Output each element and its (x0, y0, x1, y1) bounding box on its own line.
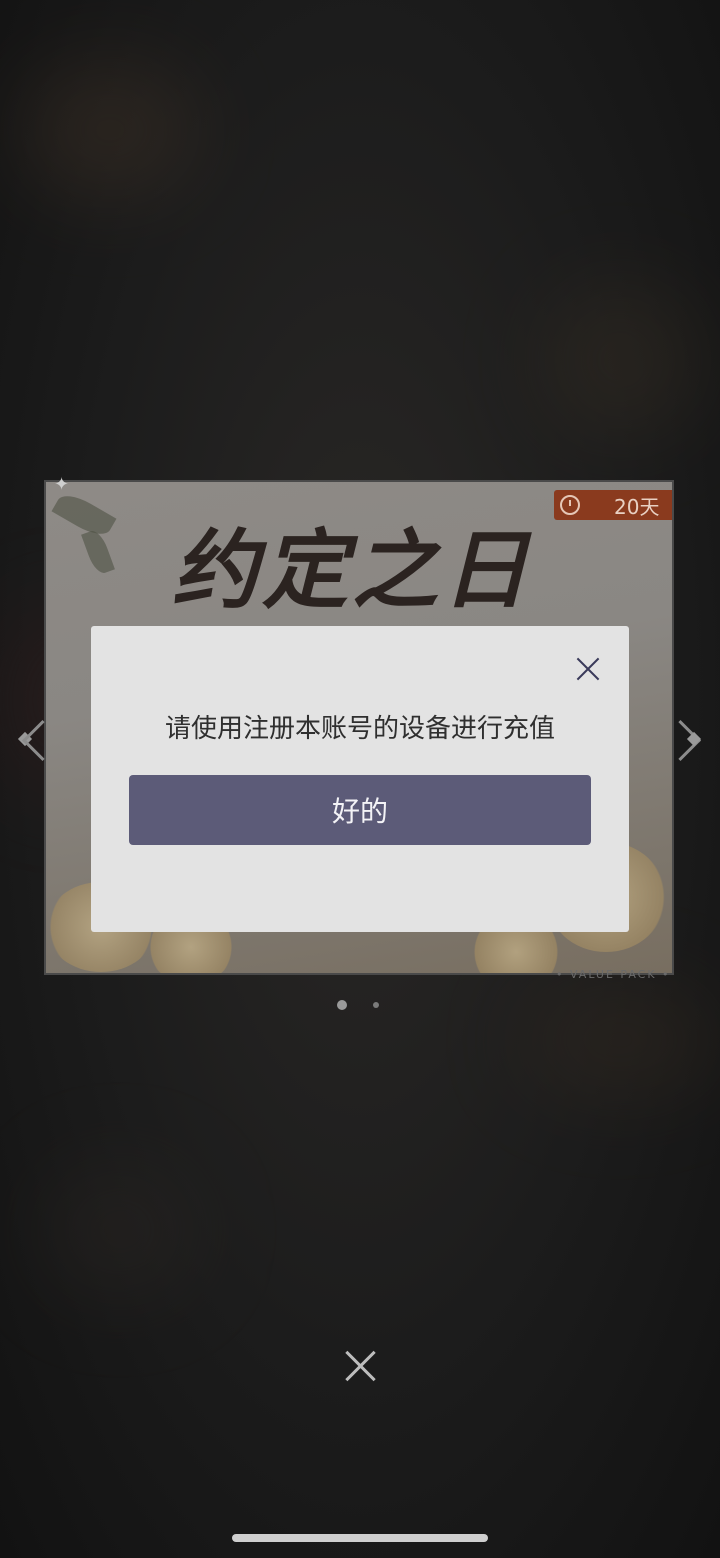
confirm-button[interactable]: 好的 (129, 775, 591, 845)
page-dot[interactable] (373, 1002, 379, 1008)
background-blur (540, 280, 700, 440)
clock-icon (560, 495, 580, 515)
page-indicator (337, 1000, 379, 1010)
background-blur (20, 60, 200, 200)
page-dot-active[interactable] (337, 1000, 347, 1010)
sparkle-icon: ✦ (54, 474, 70, 495)
banner-title: 约定之日 (172, 520, 532, 621)
home-indicator[interactable] (232, 1534, 488, 1542)
dialog-message: 请使用注册本账号的设备进行充值 (164, 714, 555, 744)
alert-dialog: 请使用注册本账号的设备进行充值 好的 (91, 626, 629, 932)
timer-text: 20天 (614, 494, 660, 519)
close-popup-icon[interactable] (344, 1350, 376, 1382)
background-blur (40, 1160, 200, 1300)
value-pack-label: • VALUE PACK • (556, 968, 671, 981)
background-blur (520, 980, 720, 1100)
timer-badge: 20天 (554, 490, 672, 520)
close-icon[interactable] (573, 654, 603, 684)
leaf-decoration (81, 527, 115, 577)
